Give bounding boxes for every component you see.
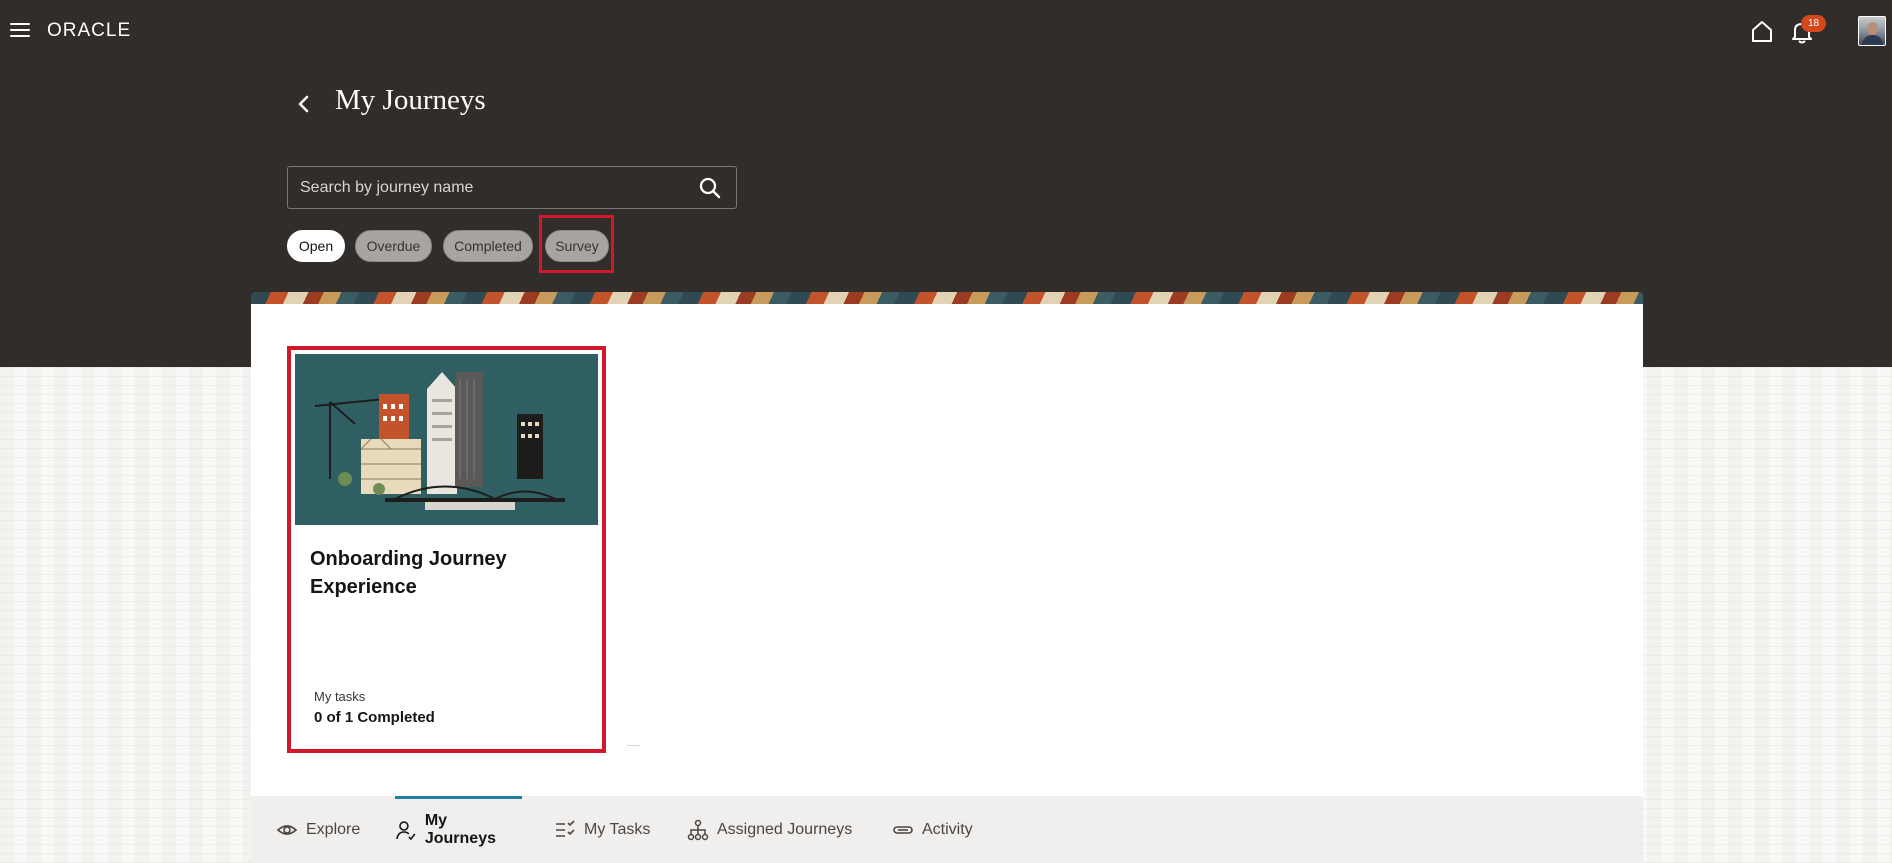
notification-badge: 18 bbox=[1801, 15, 1826, 32]
oracle-logo[interactable]: ORACLE bbox=[47, 20, 131, 44]
filter-chip-open[interactable]: Open bbox=[287, 230, 345, 262]
page-title: My Journeys bbox=[335, 84, 486, 116]
tab-assigned-journeys[interactable]: Assigned Journeys bbox=[687, 796, 852, 863]
tab-my-tasks-label: My Tasks bbox=[584, 820, 651, 838]
journey-tasks-label: My tasks bbox=[314, 689, 366, 704]
tab-explore-label: Explore bbox=[306, 820, 361, 838]
decorative-banner bbox=[251, 292, 1643, 304]
bottom-navigation: Explore My Journeys My Tasks Assigned Jo… bbox=[251, 796, 1643, 863]
tab-activity-label: Activity bbox=[922, 820, 973, 838]
search-input[interactable] bbox=[288, 167, 688, 208]
tab-my-tasks[interactable]: My Tasks bbox=[554, 796, 650, 863]
filter-chip-overdue[interactable]: Overdue bbox=[355, 230, 432, 262]
survey-highlight-box bbox=[539, 215, 614, 273]
journey-card[interactable]: Onboarding Journey Experience My tasks 0… bbox=[287, 346, 606, 753]
back-arrow-icon[interactable] bbox=[292, 90, 316, 118]
activity-icon bbox=[893, 825, 913, 834]
filter-chip-completed[interactable]: Completed bbox=[443, 230, 533, 262]
home-icon[interactable] bbox=[1749, 18, 1775, 44]
user-avatar[interactable] bbox=[1858, 16, 1886, 46]
search-icon[interactable] bbox=[698, 176, 722, 200]
tab-my-journeys[interactable]: My Journeys bbox=[395, 796, 522, 863]
tab-explore[interactable]: Explore bbox=[276, 796, 360, 863]
tab-my-journeys-label: My Journeys bbox=[424, 811, 496, 847]
journey-card-image bbox=[295, 354, 598, 525]
search-field[interactable] bbox=[287, 166, 737, 209]
tab-activity[interactable]: Activity bbox=[892, 796, 973, 863]
eye-icon bbox=[276, 824, 298, 835]
journey-card-title: Onboarding Journey Experience bbox=[310, 548, 507, 598]
checklist-icon bbox=[556, 819, 575, 837]
divider bbox=[627, 745, 640, 746]
person-icon bbox=[396, 820, 416, 840]
tab-assigned-journeys-label: Assigned Journeys bbox=[717, 820, 853, 838]
journey-tasks-value: 0 of 1 Completed bbox=[314, 709, 435, 726]
global-header: ORACLE 18 bbox=[0, 0, 1892, 64]
menu-icon[interactable] bbox=[10, 22, 30, 38]
hierarchy-icon bbox=[687, 819, 709, 840]
